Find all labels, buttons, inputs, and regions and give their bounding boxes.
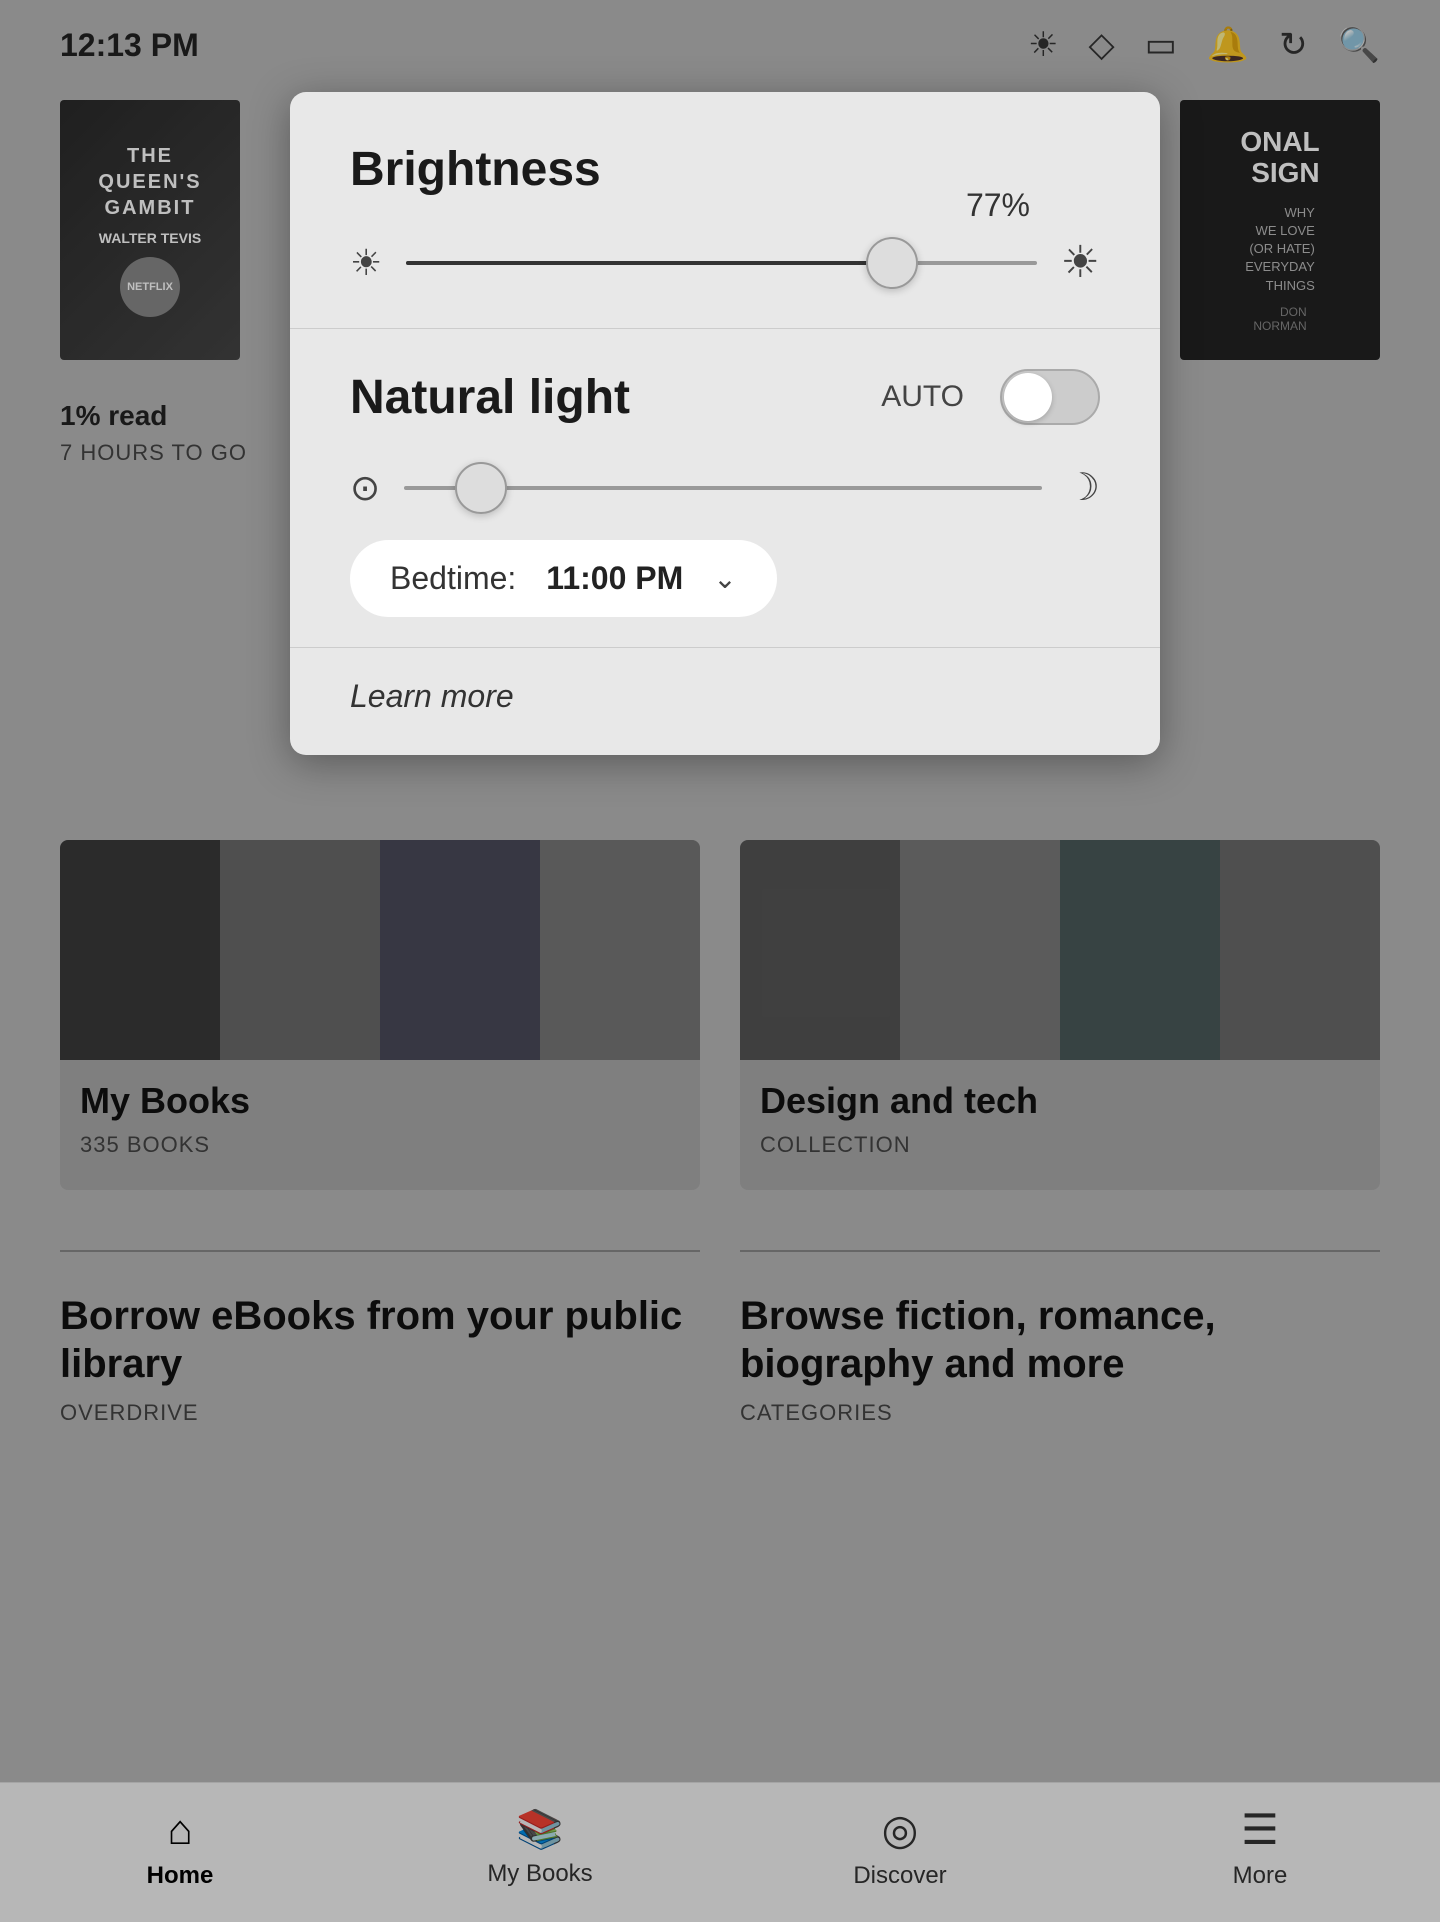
natural-slider-thumb[interactable]: [455, 462, 507, 514]
bedtime-pill[interactable]: Bedtime: 11:00 PM ⌄: [350, 540, 777, 617]
brightness-slider-container: 77% ☀ ☀: [350, 237, 1100, 288]
brightness-section: Brightness 77% ☀ ☀: [290, 92, 1160, 329]
sun-large-icon: ☀: [1061, 237, 1100, 288]
sun-small-icon: ☀: [350, 242, 382, 284]
natural-light-section: Natural light AUTO ⊙ ☽ Bedtime: 11:00 PM…: [290, 329, 1160, 648]
moon-icon: ☽: [1066, 465, 1100, 510]
auto-label: AUTO: [881, 380, 964, 414]
natural-light-header: Natural light AUTO: [350, 369, 1100, 425]
learn-more-section: Learn more: [290, 648, 1160, 755]
learn-more-link[interactable]: Learn more: [350, 678, 514, 714]
brightness-slider-track[interactable]: [406, 261, 1036, 265]
natural-light-toggle[interactable]: [1000, 369, 1100, 425]
brightness-slider-fill: [406, 261, 891, 265]
brightness-slider-thumb[interactable]: [866, 237, 918, 289]
bedtime-time: 11:00 PM: [546, 560, 683, 597]
natural-light-controls: AUTO: [881, 369, 1100, 425]
chevron-down-icon: ⌄: [713, 562, 736, 595]
bedtime-label: Bedtime:: [390, 560, 516, 597]
toggle-knob: [1004, 373, 1052, 421]
brightness-panel: Brightness 77% ☀ ☀ Natural light AUTO ⊙: [290, 92, 1160, 755]
natural-light-title: Natural light: [350, 370, 630, 425]
brightness-percentage: 77%: [966, 187, 1030, 224]
natural-sun-icon: ⊙: [350, 467, 380, 509]
natural-slider-track[interactable]: [404, 486, 1042, 490]
natural-slider-container: ⊙ ☽: [350, 465, 1100, 510]
bedtime-container: Bedtime: 11:00 PM ⌄: [350, 540, 1100, 617]
